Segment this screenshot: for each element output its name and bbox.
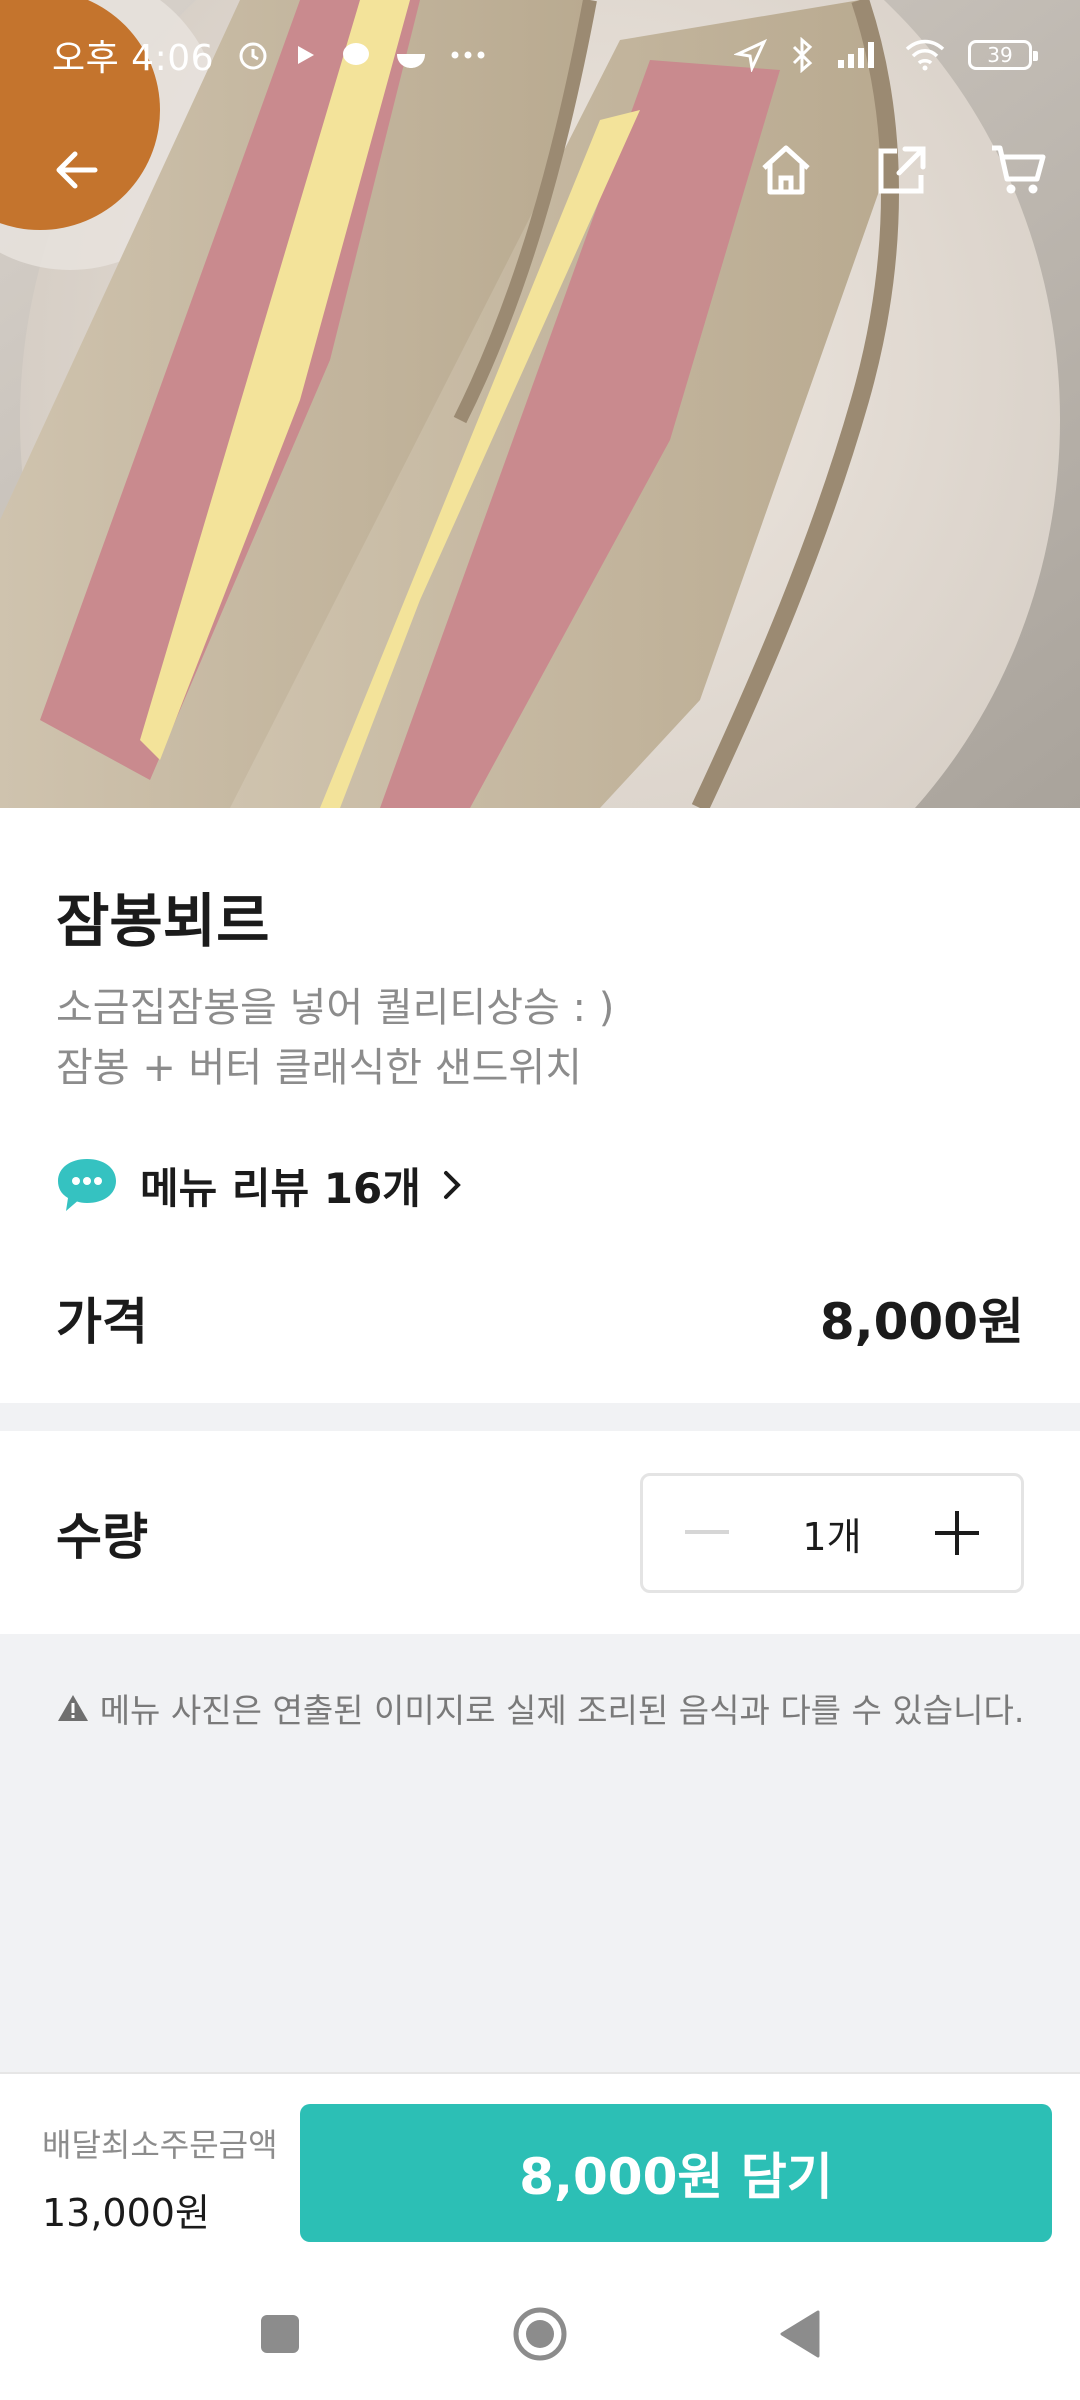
bowl-icon xyxy=(394,40,428,70)
description-line: 소금집잠봉을 넣어 퀄리티상승 : ) xyxy=(56,985,615,1031)
status-time: 오후 4:06 xyxy=(52,38,215,79)
recent-apps-icon xyxy=(261,2315,299,2353)
recent-apps-button[interactable] xyxy=(250,2304,310,2364)
share-button[interactable] xyxy=(866,134,938,206)
back-triangle-icon xyxy=(780,2310,820,2358)
price-value: 8,000원 xyxy=(819,1293,1024,1351)
min-order-label: 배달최소주문금액 xyxy=(42,2126,278,2164)
product-title: 잠봉뵈르 xyxy=(56,887,270,955)
notice-area: 메뉴 사진은 연출된 이미지로 실제 조리된 음식과 다를 수 있습니다. xyxy=(0,1634,1080,2074)
warning-icon xyxy=(57,1695,88,1721)
alarm-icon xyxy=(236,38,270,72)
share-icon xyxy=(878,146,926,194)
status-bar: 오후 4:06 39 xyxy=(0,0,1080,110)
location-icon xyxy=(734,38,768,72)
play-icon xyxy=(292,42,318,68)
back-arrow-icon xyxy=(56,151,98,189)
chat-app-icon xyxy=(340,40,372,70)
price-row: 가격 8,000원 xyxy=(56,1278,1024,1358)
home-button[interactable] xyxy=(750,134,822,206)
minus-icon xyxy=(685,1530,729,1534)
product-description: 소금집잠봉을 넣어 퀄리티상승 : ) 잠봉 + 버터 클래식한 샌드위치 xyxy=(56,978,1016,1098)
system-back-button[interactable] xyxy=(770,2304,830,2364)
cart-button-top[interactable] xyxy=(982,134,1054,206)
increase-quantity-button[interactable] xyxy=(929,1505,985,1561)
min-order-value: 13,000원 xyxy=(42,2191,210,2235)
min-order-info: 배달최소주문금액 13,000원 xyxy=(42,2120,278,2237)
quantity-label: 수량 xyxy=(56,1508,148,1566)
price-label: 가격 xyxy=(56,1293,148,1351)
top-navigation xyxy=(0,120,1080,220)
menu-review-link[interactable]: 메뉴 리뷰 16개 xyxy=(54,1150,463,1220)
home-circle-icon xyxy=(513,2307,567,2361)
photo-disclaimer: 메뉴 사진은 연출된 이미지로 실제 조리된 음식과 다를 수 있습니다. xyxy=(0,1684,1080,1732)
bottom-order-bar: 배달최소주문금액 13,000원 8,000원 담기 xyxy=(0,2072,1080,2268)
wifi-icon xyxy=(904,39,946,71)
quantity-stepper: 1개 xyxy=(640,1473,1024,1593)
battery-level: 39 xyxy=(987,43,1013,67)
add-to-cart-button[interactable]: 8,000원 담기 xyxy=(300,2104,1052,2242)
description-line: 잠봉 + 버터 클래식한 샌드위치 xyxy=(56,1045,582,1091)
review-link-label: 메뉴 리뷰 16개 xyxy=(140,1163,421,1213)
home-icon xyxy=(762,145,810,195)
more-dots-icon xyxy=(450,50,486,60)
cart-icon xyxy=(992,145,1046,194)
plus-icon xyxy=(934,1511,979,1555)
speech-bubble-icon xyxy=(58,1159,116,1211)
notice-text: 메뉴 사진은 연출된 이미지로 실제 조리된 음식과 다를 수 있습니다. xyxy=(99,1691,1025,1730)
system-home-button[interactable] xyxy=(510,2304,570,2364)
quantity-value: 1개 xyxy=(802,1514,862,1559)
decrease-quantity-button[interactable] xyxy=(679,1505,735,1561)
battery-icon: 39 xyxy=(968,40,1038,70)
bluetooth-icon xyxy=(790,37,814,73)
quantity-row: 수량 1개 xyxy=(56,1473,1024,1593)
chevron-right-icon xyxy=(443,1171,461,1199)
back-button[interactable] xyxy=(40,134,112,206)
signal-icon xyxy=(836,40,882,70)
section-divider xyxy=(0,1403,1080,1431)
product-hero-image: 오후 4:06 39 xyxy=(0,0,1080,808)
system-navigation-bar xyxy=(0,2268,1080,2400)
